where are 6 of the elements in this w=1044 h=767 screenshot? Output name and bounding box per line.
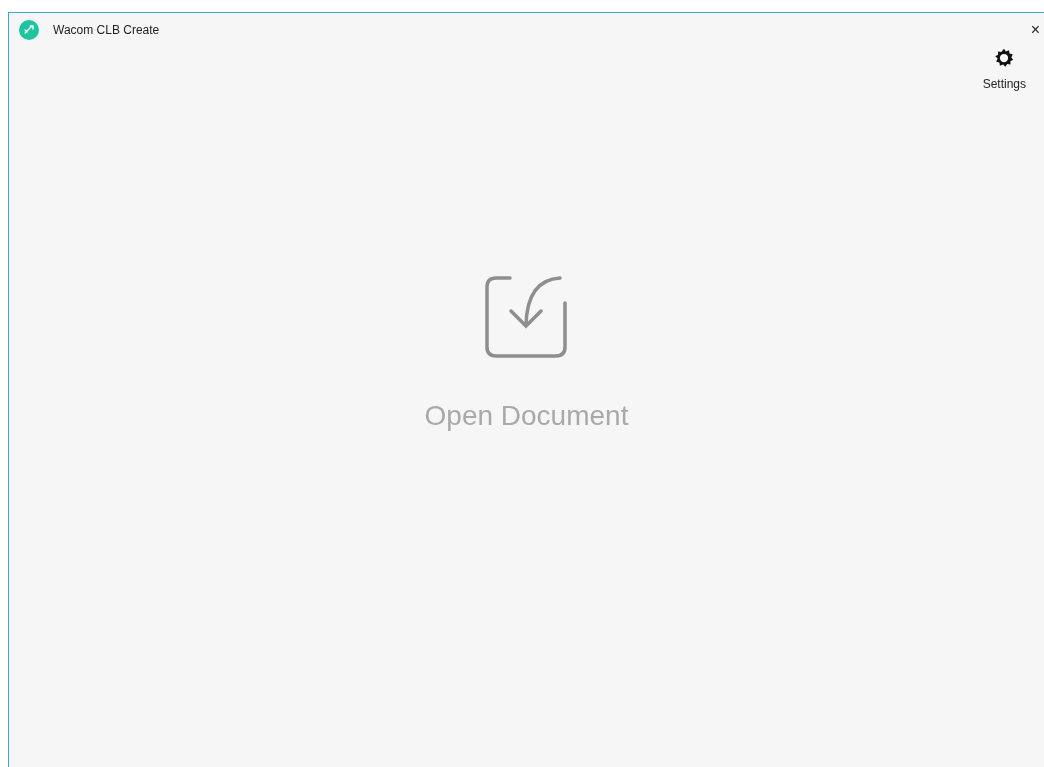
close-button[interactable]: ×: [1028, 22, 1042, 38]
window-title: Wacom CLB Create: [53, 22, 160, 39]
app-logo-icon: [19, 20, 39, 40]
settings-icon: [993, 47, 1016, 69]
settings-button[interactable]: Settings: [982, 47, 1026, 93]
import-icon: [484, 275, 569, 359]
